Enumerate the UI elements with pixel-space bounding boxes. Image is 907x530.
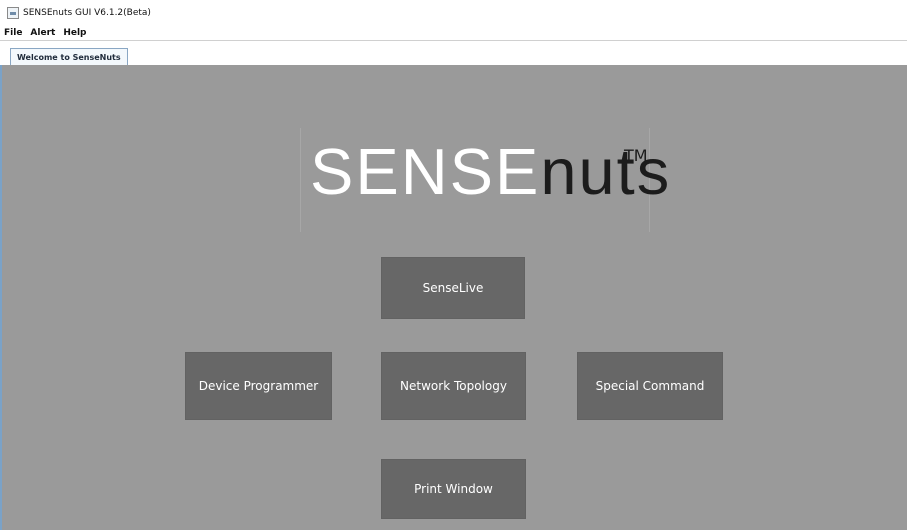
sensenuts-logo: SENSEnuts TM	[300, 128, 669, 232]
menu-bar: File Alert Help	[0, 26, 907, 40]
device-programmer-button[interactable]: Device Programmer	[185, 352, 332, 420]
trademark-symbol: TM	[624, 146, 648, 165]
title-bar: SENSEnuts GUI V6.1.2(Beta)	[0, 0, 907, 26]
menu-help[interactable]: Help	[63, 28, 86, 38]
tab-bar: Welcome to SenseNuts	[0, 40, 907, 66]
welcome-panel: SENSEnuts TM SenseLive Device Programmer…	[0, 65, 907, 530]
print-window-button[interactable]: Print Window	[381, 459, 526, 519]
logo-sense-text: SENSE	[310, 135, 541, 208]
logo-nuts-text: nuts	[540, 135, 672, 208]
senselive-button[interactable]: SenseLive	[381, 257, 525, 319]
special-command-button[interactable]: Special Command	[577, 352, 723, 420]
window-title: SENSEnuts GUI V6.1.2(Beta)	[23, 8, 151, 18]
logo-text: SENSEnuts	[310, 139, 671, 204]
network-topology-button[interactable]: Network Topology	[381, 352, 526, 420]
app-icon	[7, 7, 19, 19]
menu-alert[interactable]: Alert	[30, 28, 55, 38]
menu-file[interactable]: File	[4, 28, 22, 38]
tab-welcome[interactable]: Welcome to SenseNuts	[10, 48, 128, 66]
